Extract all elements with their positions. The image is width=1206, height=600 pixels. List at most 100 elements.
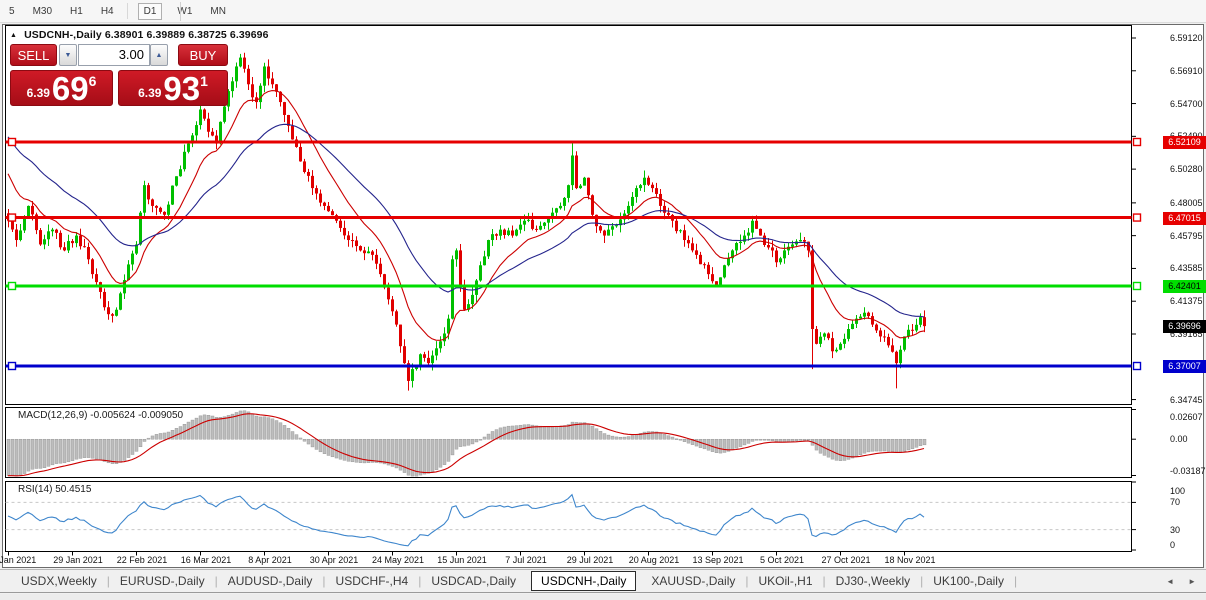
chart-tab-audusd-daily[interactable]: AUDUSD-,Daily (228, 574, 313, 588)
chart-tab-xauusd-daily[interactable]: XAUUSD-,Daily (651, 574, 735, 588)
level-anchor-right[interactable] (1132, 137, 1142, 147)
candle-body (119, 293, 122, 310)
tab-separator: | (745, 574, 749, 588)
buy-price-button[interactable]: 6.39 93 1 (118, 70, 228, 106)
level-anchor-left[interactable] (7, 137, 17, 147)
macd-bar (154, 434, 159, 440)
candle-body (151, 199, 154, 206)
tab-separator: | (1013, 574, 1018, 588)
timeframe-button-m30[interactable]: M30 (33, 6, 52, 17)
macd-bar (882, 438, 887, 452)
candle-body (663, 205, 666, 213)
candle-body (363, 250, 366, 254)
collapse-triangle-icon[interactable]: ▲ (10, 32, 17, 39)
macd-bar (514, 425, 519, 440)
macd-bar (922, 438, 927, 446)
macd-bar (38, 438, 43, 469)
sell-price-button[interactable]: 6.39 69 6 (10, 70, 113, 106)
macd-bar (462, 438, 467, 447)
chart-tab-ukoil-h1[interactable]: UKOil-,H1 (759, 574, 813, 588)
price-level-tag: 6.42401 (1163, 279, 1206, 293)
candle-body (391, 299, 394, 312)
macd-bar (598, 431, 603, 440)
candle-body (395, 311, 398, 325)
macd-bar (386, 438, 391, 466)
macd-bar (470, 438, 475, 445)
level-anchor-right[interactable] (1132, 213, 1142, 222)
x-axis-date-label: 8 Apr 2021 (248, 555, 292, 565)
level-anchor-right[interactable] (1132, 281, 1142, 291)
macd-bar (754, 438, 759, 441)
chart-tab-usdx-weekly[interactable]: USDX,Weekly (21, 574, 97, 588)
level-anchor-left[interactable] (7, 361, 17, 371)
volume-input[interactable]: 3.00 (78, 44, 150, 66)
macd-bar (406, 438, 411, 476)
candle-body (563, 197, 566, 206)
macd-bar (466, 438, 471, 446)
timeframe-button-h1[interactable]: H1 (70, 6, 83, 17)
timeframe-button-5[interactable]: 5 (9, 6, 15, 17)
macd-bar (714, 438, 719, 454)
macd-bar (314, 438, 319, 450)
candle-body (475, 280, 478, 295)
timeframe-button-mn[interactable]: MN (210, 6, 226, 17)
sell-button[interactable]: SELL (10, 44, 57, 66)
buy-button[interactable]: BUY (178, 44, 228, 66)
macd-bar (146, 437, 151, 440)
ohlc-low: 6.38725 (188, 29, 227, 41)
macd-bar (482, 436, 487, 440)
chart-tab-eurusd-daily[interactable]: EURUSD-,Daily (120, 574, 205, 588)
timeframe-button-d1[interactable]: D1 (137, 2, 163, 20)
tab-separator: | (322, 574, 326, 588)
level-anchor-right[interactable] (1132, 361, 1142, 371)
tab-scroll-right-icon[interactable]: ► (1188, 577, 1196, 586)
candle-body (675, 220, 678, 232)
tab-scroll-left-icon[interactable]: ◄ (1166, 577, 1174, 586)
buy-price-prefix: 6.39 (138, 86, 162, 100)
macd-bar (802, 438, 807, 441)
candle-body (707, 264, 710, 275)
chart-tab-usdchf-h4[interactable]: USDCHF-,H4 (336, 574, 409, 588)
timeframe-button-h4[interactable]: H4 (101, 6, 114, 17)
volume-decrease-button[interactable]: ▼ (59, 44, 77, 66)
macd-bar (914, 438, 919, 448)
candle-body (387, 287, 390, 300)
candle-body (751, 220, 754, 233)
macd-bar (18, 438, 23, 476)
candle-body (15, 229, 18, 241)
macd-bar (518, 424, 523, 440)
chart-tab-usdcnh-daily[interactable]: USDCNH-,Daily (531, 571, 637, 591)
candle-body (779, 258, 782, 263)
candle-body (319, 193, 322, 203)
candle-body (331, 211, 334, 216)
macd-bar (194, 417, 199, 440)
rsi-axis-label: 0 (1170, 539, 1176, 550)
rsi-panel-frame (5, 481, 1132, 552)
candle-body (831, 338, 834, 352)
macd-bar (222, 416, 227, 440)
macd-bar (418, 438, 423, 476)
macd-bar (90, 438, 95, 459)
candle-body (827, 333, 830, 339)
macd-bar (198, 415, 203, 440)
candle-body (815, 329, 818, 344)
candle-body (627, 205, 630, 214)
x-axis-date-label: 7 Jul 2021 (505, 555, 547, 565)
rsi-value: 50.4515 (55, 484, 92, 495)
level-anchor-left[interactable] (7, 213, 17, 222)
candle-body (783, 250, 786, 259)
candle-body (799, 240, 802, 242)
rsi-label: RSI(14) 50.4515 (18, 484, 91, 495)
candle-body (839, 343, 842, 350)
macd-bar (854, 438, 859, 457)
chart-tab-dj30-weekly[interactable]: DJ30-,Weekly (836, 574, 910, 588)
macd-bar (350, 438, 355, 463)
level-anchor-left[interactable] (7, 281, 17, 291)
candle-body (903, 336, 906, 350)
candle-body (91, 259, 94, 275)
macd-bar (218, 417, 223, 440)
chart-tab-uk100-daily[interactable]: UK100-,Daily (933, 574, 1004, 588)
candle-body (95, 274, 98, 283)
volume-increase-button[interactable]: ▲ (150, 44, 168, 66)
chart-tab-usdcad-daily[interactable]: USDCAD-,Daily (431, 574, 516, 588)
